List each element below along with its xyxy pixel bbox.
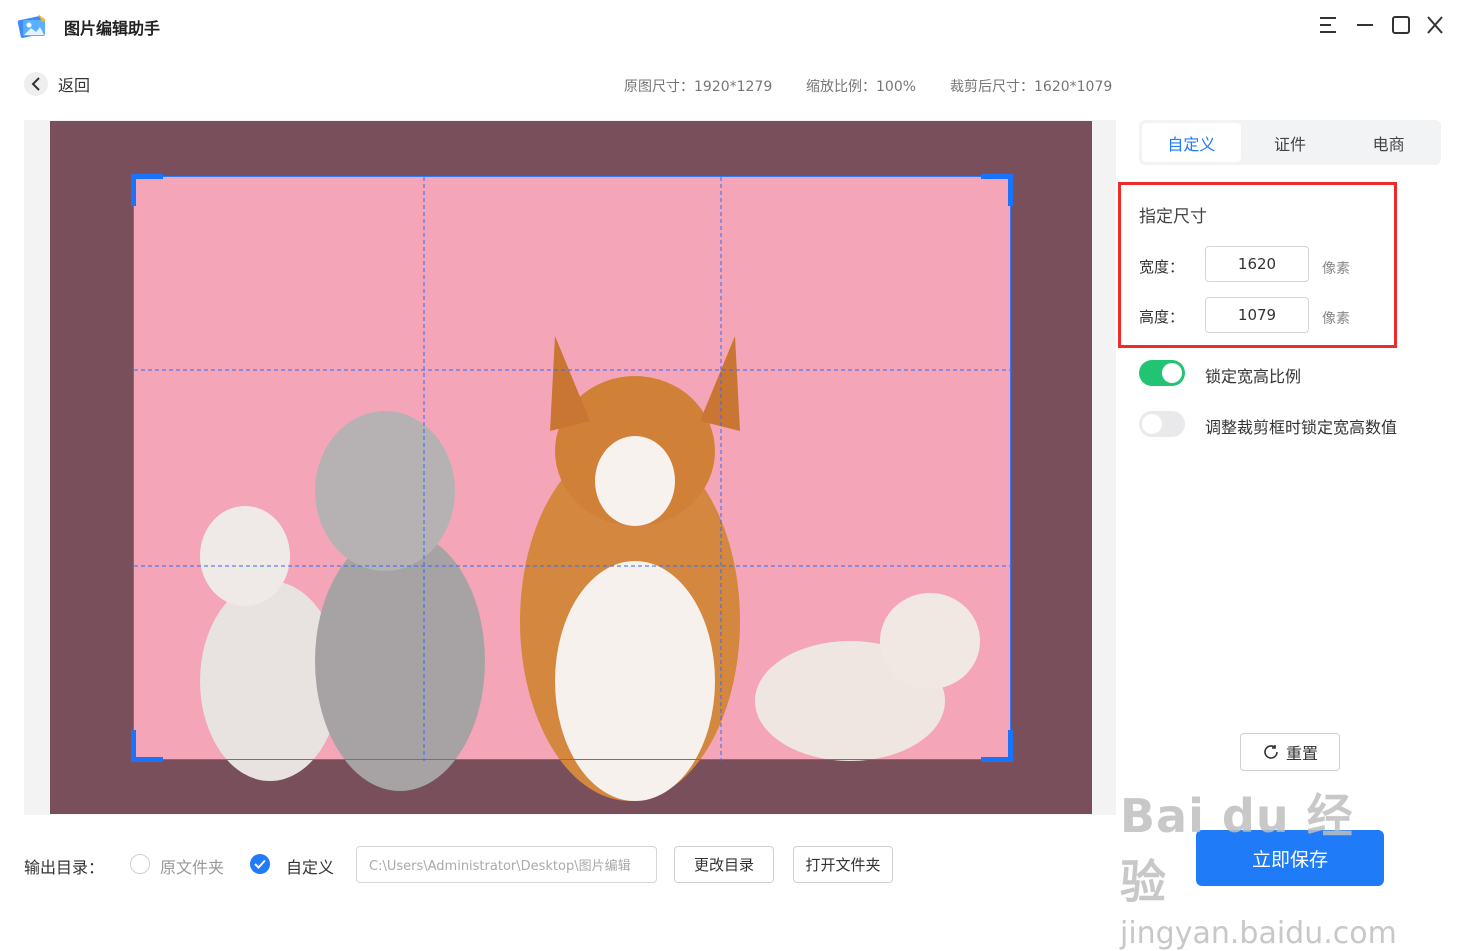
open-folder-label: 打开文件夹 <box>805 856 881 874</box>
original-folder-label: 原文件夹 <box>160 858 225 877</box>
watermark-line2: jingyan.baidu.com <box>1120 916 1397 951</box>
cropped-size-text: 裁剪后尺寸：1620*1079 <box>950 79 1113 95</box>
lock-ratio-label: 锁定宽高比例 <box>1205 367 1302 386</box>
output-dir-label: 输出目录： <box>24 858 105 877</box>
change-dir-button[interactable]: 更改目录 <box>674 846 774 883</box>
reset-label: 重置 <box>1285 744 1318 763</box>
lock-values-label: 调整裁剪框时锁定宽高数值 <box>1205 418 1398 437</box>
reset-button[interactable]: 重置 <box>1240 733 1340 771</box>
back-label: 返回 <box>58 76 91 95</box>
lock-ratio-toggle[interactable] <box>1139 360 1185 386</box>
title-bar: 图片编辑助手 <box>0 0 1462 52</box>
crop-handle-bottom-left[interactable] <box>131 730 163 762</box>
maximize-icon[interactable] <box>1388 12 1414 38</box>
crop-mode-tabs: 自定义 证件 电商 <box>1139 120 1441 165</box>
output-path-input[interactable] <box>356 846 657 883</box>
close-icon[interactable] <box>1422 12 1448 38</box>
size-panel-title: 指定尺寸 <box>1139 207 1207 227</box>
change-dir-label: 更改目录 <box>693 856 754 874</box>
crop-handle-top-right[interactable] <box>981 174 1013 206</box>
save-now-label: 立即保存 <box>1251 848 1328 871</box>
radio-custom-folder[interactable] <box>250 854 270 874</box>
height-unit: 像素 <box>1322 311 1350 327</box>
zoom-text: 缩放比例：100% <box>806 79 917 95</box>
check-icon <box>254 859 266 869</box>
custom-folder-label: 自定义 <box>286 858 335 877</box>
open-folder-button[interactable]: 打开文件夹 <box>793 846 893 883</box>
crop-frame[interactable] <box>131 174 1013 762</box>
app-title: 图片编辑助手 <box>64 19 161 38</box>
width-unit: 像素 <box>1322 261 1350 277</box>
minimize-icon[interactable] <box>1352 12 1378 38</box>
save-now-button[interactable]: 立即保存 <box>1196 830 1384 886</box>
tab-ecommerce[interactable]: 电商 <box>1339 123 1438 162</box>
crop-handle-bottom-right[interactable] <box>981 730 1013 762</box>
crop-handle-top-left[interactable] <box>131 174 163 206</box>
original-size-text: 原图尺寸：1920*1279 <box>624 79 773 95</box>
lock-values-toggle[interactable] <box>1139 411 1185 437</box>
menu-icon[interactable] <box>1315 12 1341 38</box>
back-button[interactable]: 返回 <box>24 72 90 96</box>
tab-id-photo[interactable]: 证件 <box>1241 123 1340 162</box>
crop-grid <box>134 177 1012 761</box>
app-logo-icon <box>16 10 50 42</box>
width-label: 宽度： <box>1139 258 1185 276</box>
chevron-left-icon <box>24 72 48 96</box>
refresh-icon <box>1264 745 1278 759</box>
width-input[interactable] <box>1205 246 1309 282</box>
tab-custom[interactable]: 自定义 <box>1142 123 1241 162</box>
height-input[interactable] <box>1205 297 1309 333</box>
height-label: 高度： <box>1139 308 1185 326</box>
radio-original-folder[interactable] <box>130 854 150 874</box>
